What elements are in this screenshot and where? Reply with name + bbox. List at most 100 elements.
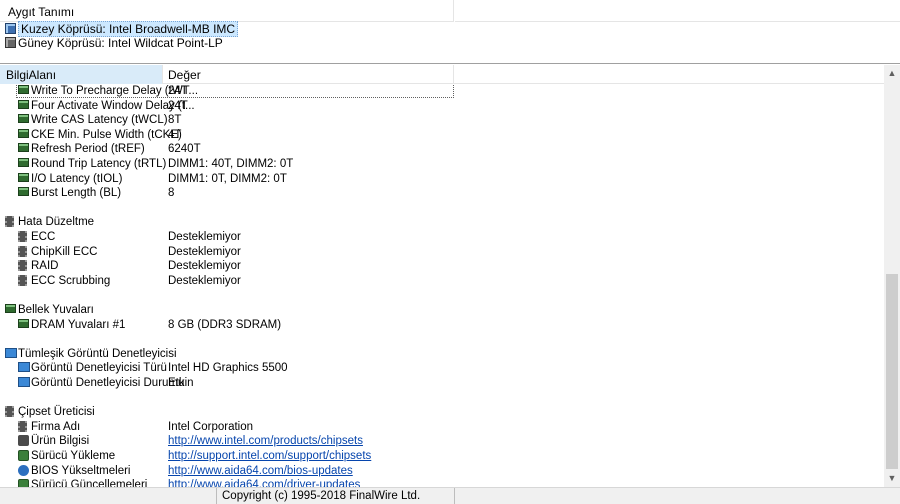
spacer-row — [0, 332, 884, 347]
table-row[interactable]: Ürün Bilgisi http://www.intel.com/product… — [0, 434, 884, 449]
field-value: Etkin — [168, 377, 194, 389]
field-name: DRAM Yuvaları #1 — [31, 318, 126, 331]
table-row[interactable]: Write To Precharge Delay (tWT... 24T — [0, 84, 884, 99]
device-item-north-bridge[interactable]: Kuzey Köprüsü: Intel Broadwell-MB IMC — [4, 21, 454, 37]
column-header-row: BilgiAlanı Değer — [0, 65, 884, 84]
field-name: Görüntü Denetleyicisi Türü — [31, 362, 167, 375]
field-value: 4T — [168, 128, 182, 141]
info-rows: Write To Precharge Delay (tWT... 24T Four … — [0, 84, 884, 487]
ram-icon — [18, 172, 29, 182]
vertical-scrollbar[interactable]: ▲ ▼ — [884, 65, 900, 487]
ram-icon — [5, 304, 16, 313]
field-value: Intel Corporation — [168, 420, 254, 433]
status-bar: Copyright (c) 1995-2018 FinalWire Ltd. — [0, 487, 900, 504]
field-name: Write CAS Latency (tWCL) — [31, 114, 168, 127]
ram-icon — [18, 158, 29, 167]
table-row[interactable]: Sürücü Güncellemeleri http://www.aida64.c… — [0, 478, 884, 487]
ram-icon — [18, 128, 29, 138]
group-header-row[interactable]: Hata Düzeltme — [0, 215, 884, 230]
field-value: 8T — [168, 114, 182, 127]
field-name: ECC — [31, 231, 56, 243]
chip-icon — [18, 420, 27, 432]
driver-icon — [18, 479, 29, 487]
table-row[interactable]: Round Trip Latency (tRTL) DIMM1: 40T, DIM… — [0, 157, 884, 172]
device-column-header[interactable]: Aygıt Tanımı — [0, 0, 454, 22]
scroll-down-arrow-icon[interactable]: ▼ — [884, 470, 900, 487]
field-name: BIOS Yükseltmeleri — [31, 464, 131, 477]
monitor-icon — [5, 347, 17, 358]
table-row[interactable]: ECC Scrubbing Desteklemiyor — [0, 274, 884, 289]
focus-rectangle — [16, 84, 454, 98]
field-value: Desteklemiyor — [168, 260, 241, 273]
field-value: Desteklemiyor — [168, 245, 241, 258]
field-name: Round Trip Latency (tRTL) — [31, 158, 167, 170]
device-item-label: Güney Köprüsü: Intel Wildcat Point-LP — [18, 36, 223, 50]
table-row[interactable]: CKE Min. Pulse Width (tCKE) 4T — [0, 128, 884, 143]
scrollbar-thumb[interactable] — [886, 274, 898, 469]
monitor-icon — [18, 377, 30, 387]
field-value: Desteklemiyor — [168, 274, 241, 287]
status-divider — [454, 488, 455, 504]
copyright-text: Copyright (c) 1995-2018 FinalWire Ltd. — [222, 490, 421, 502]
table-row[interactable]: DRAM Yuvaları #1 8 GB (DDR3 SDRAM) — [0, 318, 884, 333]
ram-icon — [18, 114, 29, 124]
field-name: Sürücü Güncellemeleri — [31, 479, 148, 487]
chip-icon — [18, 274, 27, 286]
column-header-field[interactable]: BilgiAlanı — [0, 65, 163, 84]
chip-icon — [18, 231, 27, 242]
group-title: Çipset Üreticisi — [18, 406, 95, 419]
table-row[interactable]: Sürücü Yükleme http://support.intel.com/s… — [0, 449, 884, 464]
driver-icon — [18, 450, 29, 461]
spacer-row — [0, 391, 884, 406]
table-row[interactable]: RAID Desteklemiyor — [0, 259, 884, 274]
field-name: ECC Scrubbing — [31, 274, 111, 287]
status-cell-left — [0, 488, 217, 504]
field-value: 6240T — [168, 143, 201, 156]
field-value: DIMM1: 40T, DIMM2: 0T — [168, 158, 294, 170]
chip-icon — [5, 216, 14, 228]
device-item-south-bridge[interactable]: Güney Köprüsü: Intel Wildcat Point-LP — [4, 36, 454, 50]
info-table-pane: BilgiAlanı Değer Write To Precharge Dela… — [0, 65, 900, 487]
table-row[interactable]: Görüntü Denetleyicisi Türü Intel HD Graph… — [0, 361, 884, 376]
value-link[interactable]: http://www.intel.com/products/chipsets — [168, 434, 363, 448]
scroll-up-arrow-icon[interactable]: ▲ — [884, 65, 900, 82]
table-row[interactable]: ChipKill ECC Desteklemiyor — [0, 245, 884, 260]
table-row[interactable]: Refresh Period (tREF) 6240T — [0, 142, 884, 157]
bios-icon — [18, 464, 29, 476]
column-header-value[interactable]: Değer — [163, 65, 454, 84]
field-value: DIMM1: 0T, DIMM2: 0T — [168, 172, 287, 185]
table-row[interactable]: Write CAS Latency (tWCL) 8T — [0, 113, 884, 128]
table-row[interactable]: Four Activate Window Delay (t... 24T — [0, 99, 884, 114]
table-row[interactable]: Görüntü Denetleyicisi Durumu Etkin — [0, 376, 884, 391]
field-name: Burst Length (BL) — [31, 187, 122, 200]
chip-icon — [5, 37, 16, 48]
group-header-row[interactable]: Tümleşik Görüntü Denetleyicisi — [0, 347, 884, 362]
table-row[interactable]: ECC Desteklemiyor — [0, 230, 884, 245]
group-title: Bellek Yuvaları — [18, 304, 94, 316]
value-link[interactable]: http://www.aida64.com/bios-updates — [168, 464, 353, 478]
value-link[interactable]: http://www.aida64.com/driver-updates — [168, 478, 360, 487]
spacer-row — [0, 288, 884, 303]
field-value: 24T — [168, 99, 188, 112]
group-header-row[interactable]: Çipset Üreticisi — [0, 405, 884, 420]
field-name: Firma Adı — [31, 420, 81, 433]
device-header-filler — [455, 0, 900, 22]
table-row[interactable]: Firma Adı Intel Corporation — [0, 420, 884, 435]
table-row[interactable]: Burst Length (BL) 8 — [0, 186, 884, 201]
ram-icon — [18, 187, 29, 197]
ram-icon — [18, 99, 29, 109]
field-value: Intel HD Graphics 5500 — [168, 362, 288, 375]
field-name: I/O Latency (tIOL) — [31, 172, 123, 185]
table-row[interactable]: I/O Latency (tIOL) DIMM1: 0T, DIMM2: 0T — [0, 172, 884, 187]
monitor-icon — [18, 362, 30, 373]
device-pane: Aygıt Tanımı Kuzey Köprüsü: Intel Broadw… — [0, 0, 900, 64]
ram-icon — [18, 143, 29, 153]
field-name: RAID — [31, 260, 59, 273]
field-value: 8 — [168, 187, 175, 200]
field-name: CKE Min. Pulse Width (tCKE) — [31, 128, 182, 141]
ram-icon — [18, 318, 29, 328]
group-header-row[interactable]: Bellek Yuvaları — [0, 303, 884, 318]
spacer-row — [0, 201, 884, 216]
table-row[interactable]: BIOS Yükseltmeleri http://www.aida64.com/… — [0, 464, 884, 479]
value-link[interactable]: http://support.intel.com/support/chipset… — [168, 449, 371, 463]
